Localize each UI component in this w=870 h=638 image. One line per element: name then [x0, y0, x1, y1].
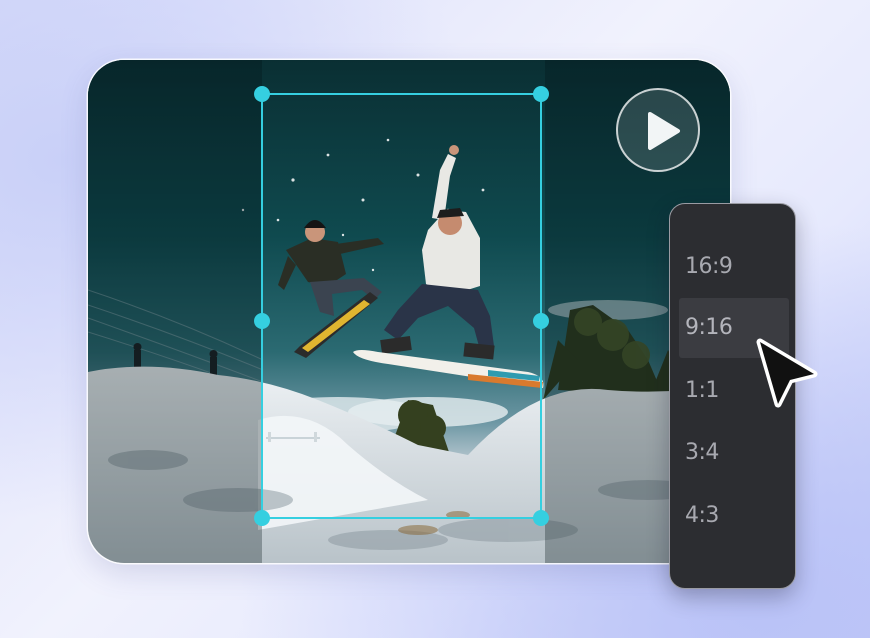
- crop-handle-top-right[interactable]: [533, 86, 549, 102]
- ratio-option-3-4[interactable]: 3:4: [679, 423, 789, 483]
- ratio-option-4-3[interactable]: 4:3: [679, 486, 789, 546]
- pointer-cursor-icon: [756, 338, 818, 408]
- play-icon: [648, 112, 680, 150]
- crop-handle-top-left[interactable]: [254, 86, 270, 102]
- crop-handle-bottom-right[interactable]: [533, 510, 549, 526]
- ratio-option-16-9[interactable]: 16:9: [679, 237, 789, 297]
- crop-handle-middle-right[interactable]: [533, 313, 549, 329]
- crop-handle-middle-left[interactable]: [254, 313, 270, 329]
- play-button[interactable]: [616, 88, 700, 172]
- crop-outside-mask-left: [88, 60, 262, 563]
- crop-frame[interactable]: [254, 86, 549, 526]
- crop-handle-bottom-left[interactable]: [254, 510, 270, 526]
